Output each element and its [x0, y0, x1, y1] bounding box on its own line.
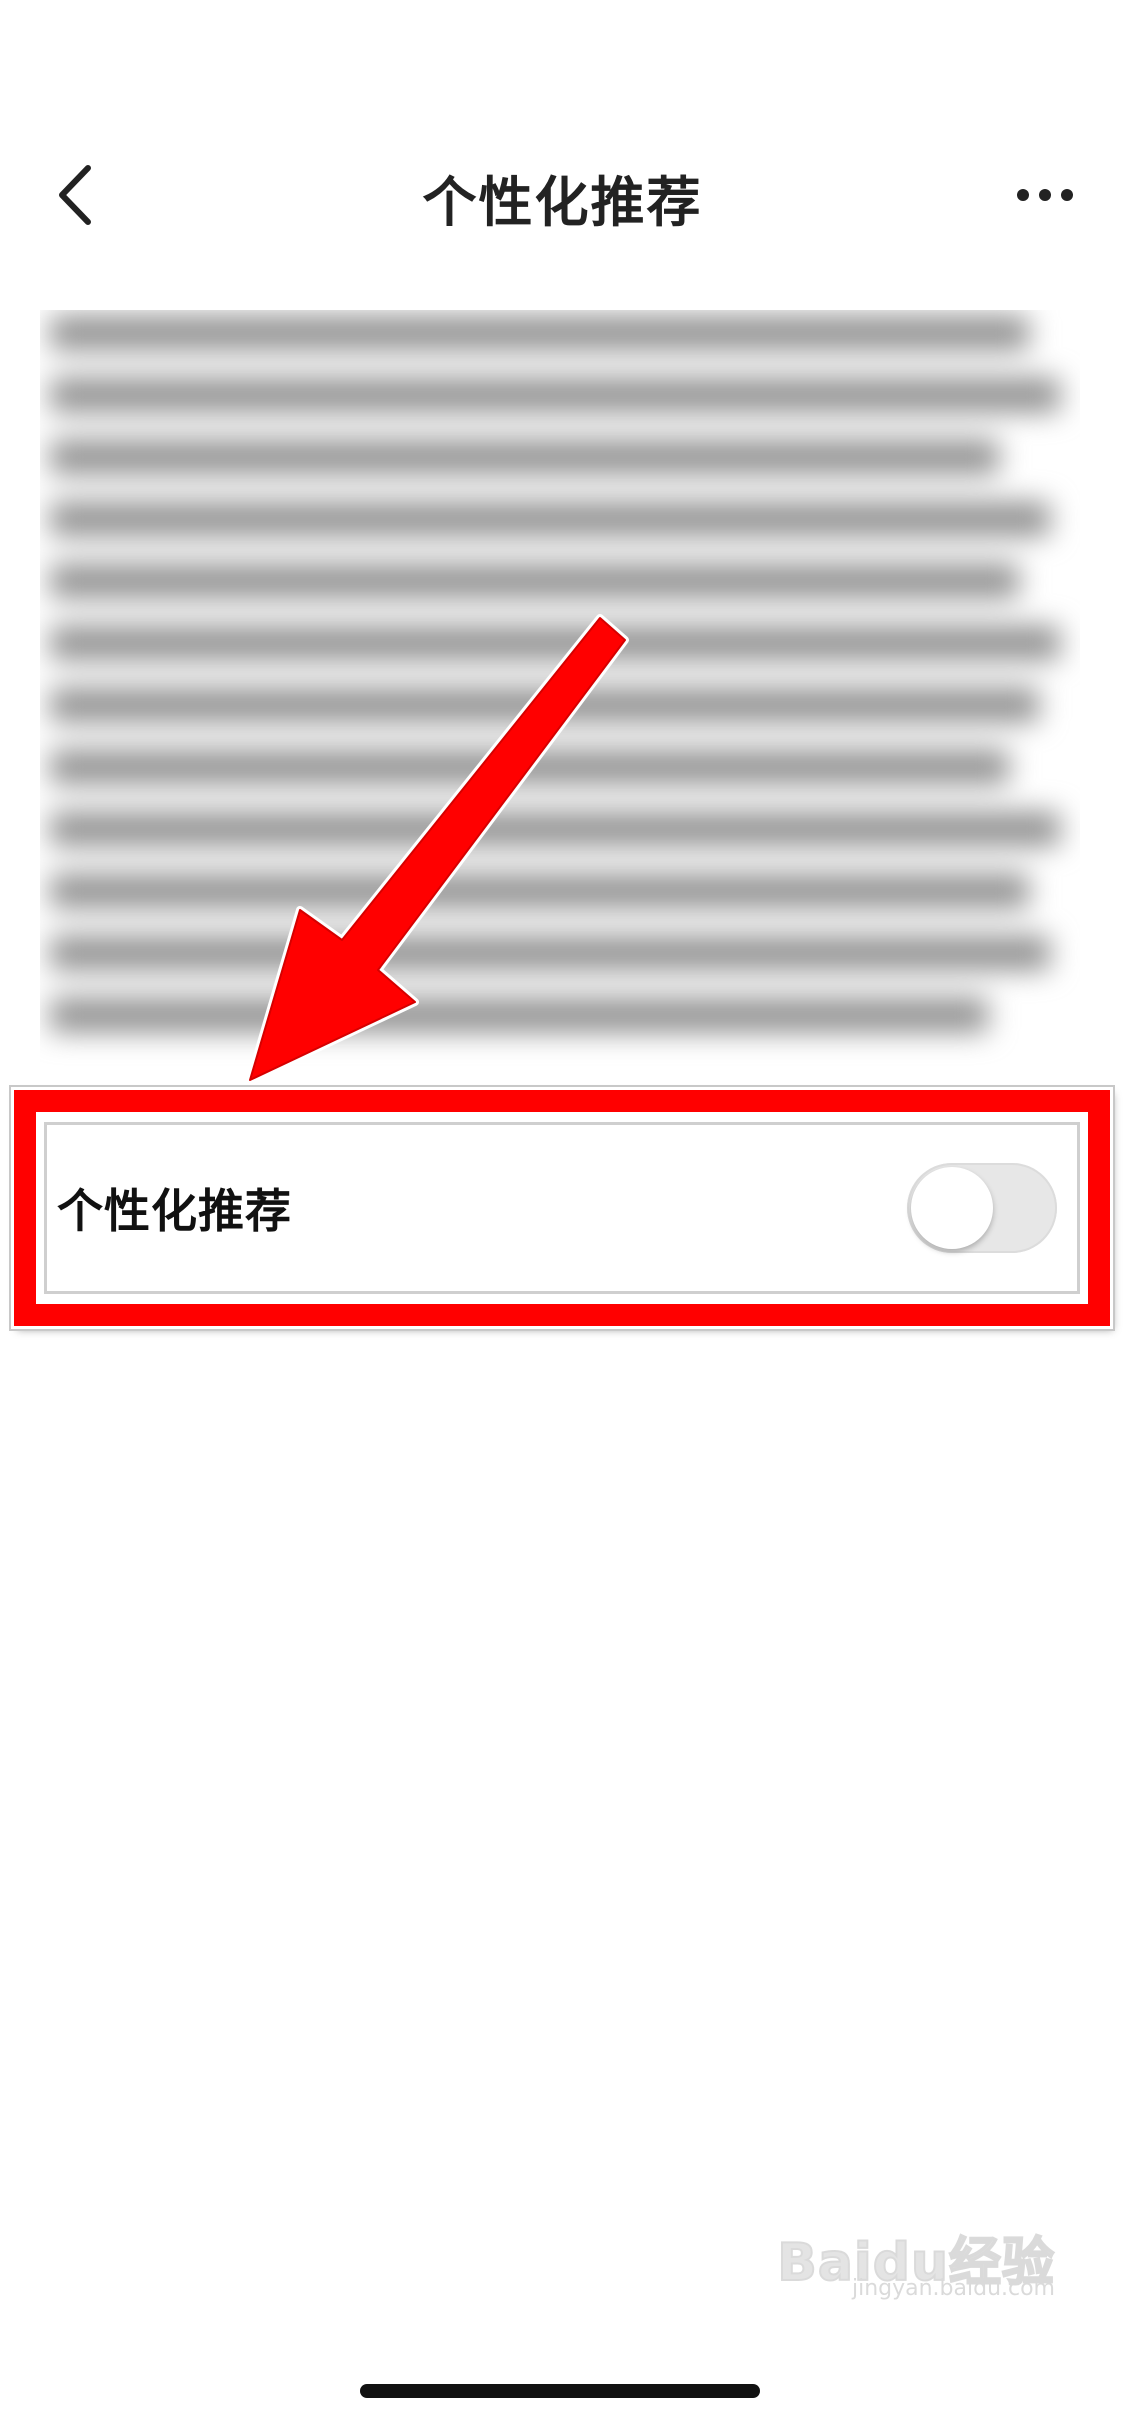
- navigation-bar: 个性化推荐: [0, 120, 1125, 270]
- highlight-frame: 个性化推荐: [14, 1090, 1110, 1326]
- watermark: Baidu经验 jingyan.baidu.com: [776, 2220, 1055, 2301]
- more-button[interactable]: [995, 160, 1095, 230]
- home-indicator[interactable]: [360, 2384, 760, 2398]
- personalized-recommendation-toggle[interactable]: [907, 1163, 1057, 1253]
- toggle-knob: [911, 1167, 993, 1249]
- page-title: 个性化推荐: [422, 171, 703, 234]
- watermark-site: jingyan.baidu.com: [851, 2276, 1055, 2301]
- blurred-description: [40, 310, 1080, 1080]
- personalized-recommendation-row[interactable]: 个性化推荐: [44, 1122, 1080, 1294]
- setting-label: 个性化推荐: [57, 1184, 292, 1238]
- more-horizontal-icon: [1017, 189, 1073, 201]
